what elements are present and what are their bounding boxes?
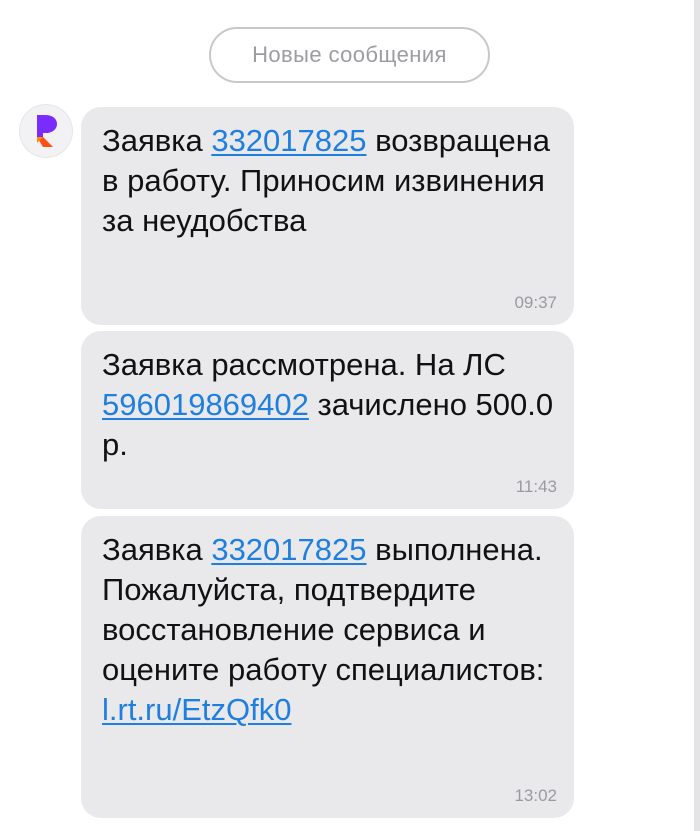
ticket-number-link[interactable]: 332017825 — [211, 123, 366, 158]
message-text: Заявка рассмотрена. На ЛС 596019869402 з… — [102, 345, 554, 465]
new-messages-label: Новые сообщения — [252, 42, 447, 67]
message-bubble[interactable]: Заявка 332017825 возвращена в работу. Пр… — [81, 107, 574, 325]
message-text-part: Заявка — [102, 123, 212, 158]
message-text: Заявка 332017825 возвращена в работу. Пр… — [102, 121, 554, 241]
message-time: 09:37 — [514, 293, 557, 312]
message-text-part: Заявка рассмотрена. На ЛС — [102, 347, 506, 382]
message-text-part: Заявка — [102, 532, 212, 567]
account-number-link[interactable]: 596019869402 — [102, 387, 309, 422]
new-messages-button[interactable]: Новые сообщения — [209, 27, 490, 83]
message-text: Заявка 332017825 выполнена. Пожалуйста, … — [102, 530, 554, 730]
scrollbar-track[interactable] — [694, 0, 700, 831]
message-bubble[interactable]: Заявка рассмотрена. На ЛС 596019869402 з… — [81, 331, 574, 509]
message-bubble[interactable]: Заявка 332017825 выполнена. Пожалуйста, … — [81, 516, 574, 818]
sender-avatar[interactable] — [20, 105, 72, 157]
feedback-url-link[interactable]: l.rt.ru/EtzQfk0 — [102, 692, 291, 727]
message-time: 11:43 — [515, 477, 557, 496]
message-time: 13:02 — [514, 786, 557, 805]
ticket-number-link[interactable]: 332017825 — [211, 532, 366, 567]
chat-screen: Новые сообщения Заявка 332017825 возвращ… — [0, 0, 700, 831]
rostelecom-logo-icon — [37, 115, 57, 147]
